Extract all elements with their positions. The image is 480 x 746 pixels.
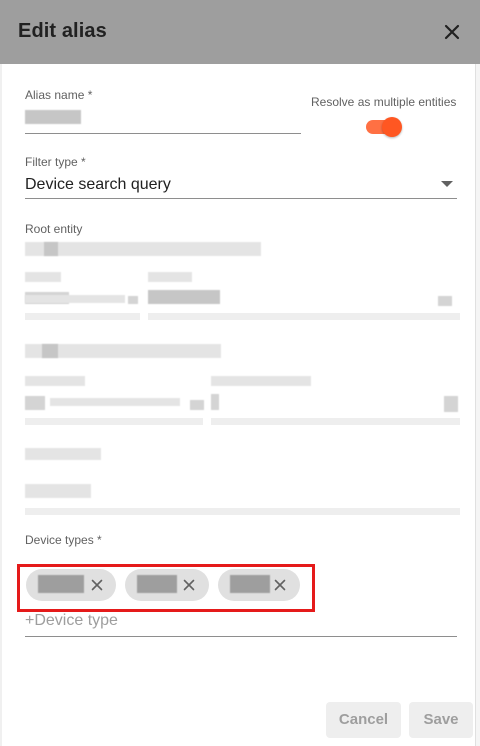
chip-label [38,575,84,593]
device-types-underline [25,636,457,637]
root-entity-label: Root entity [25,222,83,236]
relation-type-label-redacted [25,448,101,460]
alias-name-label: Alias name * [25,88,93,102]
device-type-chip[interactable] [218,569,300,601]
alias-name-value[interactable] [25,110,81,124]
relation-type-value-redacted[interactable] [25,484,91,498]
left-edge [0,64,2,746]
root-entity-name-underline [148,313,460,320]
max-level-value-redacted[interactable] [211,394,219,410]
device-type-chip[interactable] [125,569,209,601]
root-entity-title-redacted [25,242,261,256]
root-entity-type-arrow-redacted[interactable] [128,296,138,304]
relation-type-underline [25,508,460,515]
scrollbar-track[interactable] [475,64,480,746]
filter-type-select[interactable]: Device search query [25,176,171,194]
root-entity-type-label-redacted [25,272,61,282]
max-level-label-redacted [211,376,311,386]
chip-label [137,575,177,593]
device-type-chip[interactable] [26,569,116,601]
root-entity-name-label-redacted [148,272,192,282]
close-icon[interactable] [272,577,288,593]
root-entity-type-underline [25,313,140,320]
device-types-label: Device types * [25,533,102,547]
direction-field-redacted [50,398,180,406]
resolve-multiple-toggle[interactable] [366,117,402,137]
max-level-underline [211,418,460,425]
root-entity-name-arrow-redacted[interactable] [438,296,452,306]
chip-label [230,575,270,593]
root-entity-icon-redacted [44,242,58,256]
close-icon[interactable] [181,577,197,593]
filter-type-label: Filter type * [25,155,86,169]
root-entity-type-field-redacted [25,295,125,303]
resolve-multiple-label: Resolve as multiple entities [311,95,457,109]
save-button[interactable]: Save [409,702,473,738]
filter-type-underline [25,198,457,199]
direction-value-redacted[interactable] [25,396,45,410]
toggle-thumb [382,117,402,137]
root-entity-name-value-redacted[interactable] [148,290,220,304]
max-level-stepper-redacted[interactable] [444,396,458,412]
dialog-header: Edit alias [0,0,480,64]
direction-arrow-redacted[interactable] [190,400,204,410]
direction-underline [25,418,203,425]
close-icon[interactable] [89,577,105,593]
close-icon[interactable] [440,20,464,44]
device-type-input[interactable]: +Device type [25,612,118,630]
relations-icon-redacted [42,344,58,358]
chevron-down-icon[interactable] [441,181,453,187]
dialog-title: Edit alias [18,20,107,42]
alias-name-underline [25,133,301,134]
cancel-button[interactable]: Cancel [326,702,401,738]
direction-label-redacted [25,376,85,386]
